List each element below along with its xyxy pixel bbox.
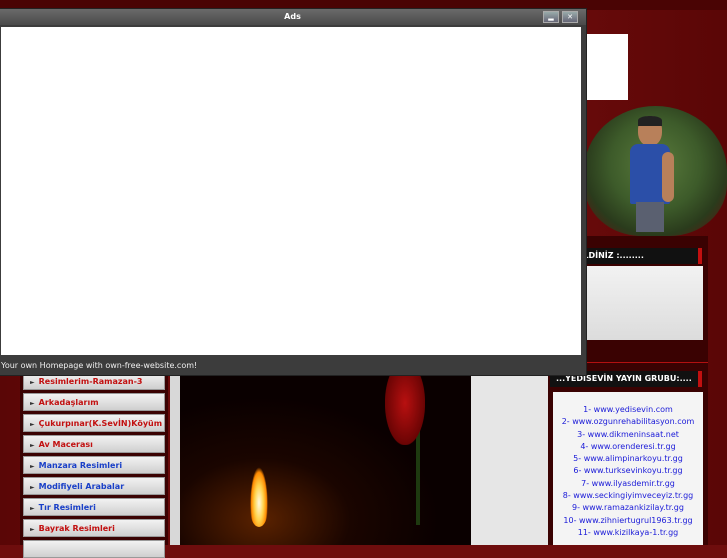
content-gutter <box>170 375 180 545</box>
link-item[interactable]: 10- www.zihniertugrul1963.tr.gg <box>553 515 703 527</box>
nav-item-label: Çukurpınar(K.SevİN)Köyüm <box>38 419 163 428</box>
ads-popup-window: Ads ▂ ✕ Your own Homepage with own-free-… <box>0 8 587 376</box>
arrow-icon: ► <box>30 526 35 533</box>
popup-titlebar[interactable]: Ads <box>0 9 586 25</box>
link-item[interactable]: 5- www.alimpinarkoyu.tr.gg <box>553 453 703 465</box>
minimize-button[interactable]: ▂ <box>543 11 559 23</box>
arrow-icon: ► <box>30 379 35 386</box>
link-item[interactable]: 9- www.ramazankizilay.tr.gg <box>553 502 703 514</box>
nav-item-arabalar[interactable]: ► Modifiyeli Arabalar <box>23 477 165 495</box>
nav-item-arkadaslarim[interactable]: ► Arkadaşlarım <box>23 393 165 411</box>
nav-item-av-macerasi[interactable]: ► Av Macerası <box>23 435 165 453</box>
arrow-icon: ► <box>30 400 35 407</box>
link-item[interactable]: 8- www.seckingiyimveceyiz.tr.gg <box>553 490 703 502</box>
flame-shape <box>250 467 268 527</box>
nav-item-label: Modifiyeli Arabalar <box>38 482 125 491</box>
link-item[interactable]: 7- www.ilyasdemir.tr.gg <box>553 478 703 490</box>
nav-item-label: Tır Resimleri <box>38 503 96 512</box>
popup-footer-link[interactable]: Your own Homepage with own-free-website.… <box>1 359 581 373</box>
nav-item-bayrak[interactable]: ► Bayrak Resimleri <box>23 519 165 537</box>
popup-title: Ads <box>284 12 301 21</box>
nav-item-cukurpinar[interactable]: ► Çukurpınar(K.SevİN)Köyüm <box>23 414 165 432</box>
link-item[interactable]: 3- www.dikmeninsaat.net <box>553 429 703 441</box>
link-list: 1- www.yedisevin.com 2- www.ozgunrehabil… <box>553 392 703 545</box>
link-item[interactable]: 6- www.turksevinkoyu.tr.gg <box>553 465 703 477</box>
nav-item-more[interactable] <box>23 540 165 558</box>
link-item[interactable]: 2- www.ozgunrehabilitasyon.com <box>553 416 703 428</box>
arrow-icon: ► <box>30 421 35 428</box>
nav-item-manzara[interactable]: ► Manzara Resimleri <box>23 456 165 474</box>
arrow-icon: ► <box>30 505 35 512</box>
nav-item-label: Arkadaşlarım <box>38 398 99 407</box>
nav-item-tir[interactable]: ► Tır Resimleri <box>23 498 165 516</box>
nav-item-label: Manzara Resimleri <box>38 461 123 470</box>
rose-shape <box>385 375 425 445</box>
header-white-box <box>586 34 628 100</box>
link-item[interactable]: 4- www.orenderesi.tr.gg <box>553 441 703 453</box>
link-item[interactable]: 11- www.kizilkaya-1.tr.gg <box>553 527 703 539</box>
nav-item-label: Bayrak Resimleri <box>38 524 115 533</box>
link-item[interactable]: 1- www.yedisevin.com <box>553 404 703 416</box>
popup-content <box>1 27 581 355</box>
nav-item-label: Av Macerası <box>38 440 93 449</box>
arrow-icon: ► <box>30 442 35 449</box>
profile-photo <box>584 106 727 236</box>
candle-image <box>180 375 471 545</box>
arrow-icon: ► <box>30 484 35 491</box>
arrow-icon: ► <box>30 463 35 470</box>
person-figure <box>628 116 674 232</box>
close-button[interactable]: ✕ <box>562 11 578 23</box>
nav-item-label: Resimlerim-Ramazan-3 <box>38 377 143 386</box>
content-gutter-right <box>471 375 548 545</box>
